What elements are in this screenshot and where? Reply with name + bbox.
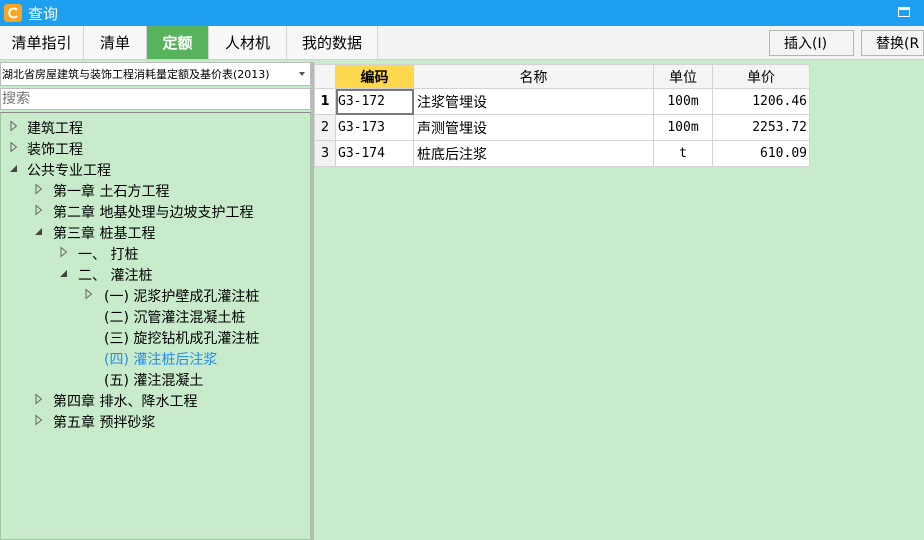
- cell-name[interactable]: 注浆管埋设: [413, 88, 654, 115]
- row-number: 3: [314, 140, 336, 167]
- window-title: 查询: [28, 4, 59, 23]
- tree-node[interactable]: 第五章 预拌砂浆: [1, 411, 310, 432]
- column-header-price[interactable]: 单价: [712, 64, 810, 89]
- cell-price[interactable]: 2253.72: [712, 114, 810, 141]
- cell-price[interactable]: 1206.46: [712, 88, 810, 115]
- tree-node[interactable]: 第三章 桩基工程: [1, 222, 310, 243]
- tree-node[interactable]: 公共专业工程: [1, 159, 310, 180]
- insert-button[interactable]: 插入(I): [769, 30, 854, 56]
- expand-arrow-icon[interactable]: [9, 120, 19, 132]
- tree-node-label: 一、 打桩: [78, 246, 139, 263]
- cell-unit[interactable]: 100m: [653, 114, 713, 141]
- tree-node-label: 第三章 桩基工程: [53, 225, 156, 242]
- title-bar: 查询: [0, 0, 924, 26]
- expand-arrow-icon[interactable]: [34, 204, 44, 216]
- table-row[interactable]: 2 G3-173 声测管埋设 100m 2253.72: [314, 114, 810, 141]
- cell-name[interactable]: 桩底后注浆: [413, 140, 654, 167]
- expand-arrow-icon[interactable]: [9, 141, 19, 153]
- row-number-header: [314, 64, 336, 89]
- collapse-arrow-icon[interactable]: [59, 267, 69, 279]
- tree-node-label: 装饰工程: [27, 141, 83, 158]
- tree-node[interactable]: 建筑工程: [1, 117, 310, 138]
- tree-node-label: (二) 沉管灌注混凝土桩: [104, 309, 246, 326]
- restore-window-button[interactable]: [898, 7, 910, 17]
- tree-node-label: 第一章 土石方工程: [53, 183, 170, 200]
- cell-price[interactable]: 610.09: [712, 140, 810, 167]
- row-number: 2: [314, 114, 336, 141]
- column-header-code[interactable]: 编码: [335, 64, 414, 89]
- tab-bill-guide[interactable]: 清单指引: [0, 26, 84, 59]
- left-panel: 湖北省房屋建筑与装饰工程消耗量定额及基价表(2013) 建筑工程装饰工程公共专业…: [0, 62, 311, 540]
- collapse-arrow-icon[interactable]: [9, 162, 19, 174]
- tree-node-label: 建筑工程: [27, 120, 83, 137]
- column-header-name[interactable]: 名称: [413, 64, 654, 89]
- tab-bill[interactable]: 清单: [84, 26, 147, 59]
- expand-arrow-icon[interactable]: [59, 246, 69, 258]
- tree-node[interactable]: 第一章 土石方工程: [1, 180, 310, 201]
- tree-node-label: 第二章 地基处理与边坡支护工程: [53, 204, 254, 221]
- tree-node-label: 二、 灌注桩: [78, 267, 153, 284]
- cell-code[interactable]: G3-174: [335, 140, 414, 167]
- quota-library-value: 湖北省房屋建筑与装饰工程消耗量定额及基价表(2013): [2, 68, 270, 81]
- tree-node[interactable]: 第四章 排水、降水工程: [1, 390, 310, 411]
- cell-code[interactable]: G3-173: [335, 114, 414, 141]
- tree-node[interactable]: 装饰工程: [1, 138, 310, 159]
- tree-node-label: (三) 旋挖钻机成孔灌注桩: [104, 330, 260, 347]
- expand-arrow-icon[interactable]: [34, 393, 44, 405]
- tree-node[interactable]: 二、 灌注桩: [1, 264, 310, 285]
- tree-node-label: 第五章 预拌砂浆: [53, 414, 156, 431]
- cell-unit[interactable]: t: [653, 140, 713, 167]
- tab-materials[interactable]: 人材机: [209, 26, 287, 59]
- tree-node[interactable]: (三) 旋挖钻机成孔灌注桩: [1, 327, 310, 348]
- column-header-unit[interactable]: 单位: [653, 64, 713, 89]
- tree-node[interactable]: (二) 沉管灌注混凝土桩: [1, 306, 310, 327]
- row-number: 1: [314, 88, 336, 115]
- expand-arrow-icon[interactable]: [34, 183, 44, 195]
- tab-my-data[interactable]: 我的数据: [287, 26, 378, 59]
- cell-unit[interactable]: 100m: [653, 88, 713, 115]
- tree-node[interactable]: 一、 打桩: [1, 243, 310, 264]
- search-input[interactable]: [0, 88, 311, 110]
- app-logo-icon: [4, 4, 22, 22]
- tree-node-label: 公共专业工程: [27, 162, 111, 179]
- table-row[interactable]: 1 G3-172 注浆管埋设 100m 1206.46: [314, 88, 810, 115]
- quota-tree: 建筑工程装饰工程公共专业工程第一章 土石方工程第二章 地基处理与边坡支护工程 第三…: [0, 112, 311, 540]
- expand-arrow-icon[interactable]: [84, 288, 94, 300]
- table-row[interactable]: 3 G3-174 桩底后注浆 t 610.09: [314, 140, 810, 167]
- tree-node-label: (四) 灌注桩后注浆: [104, 351, 218, 368]
- tab-bar: 清单指引 清单 定额 人材机 我的数据 插入(I) 替换(R: [0, 26, 924, 60]
- quota-table: 编码 名称 单位 单价 1 G3-172 注浆管埋设 100m 1206.46 …: [314, 64, 810, 167]
- tree-node-label: (五) 灌注混凝土: [104, 372, 204, 389]
- tree-node[interactable]: (四) 灌注桩后注浆: [1, 348, 310, 369]
- expand-arrow-icon[interactable]: [34, 414, 44, 426]
- tree-node-label: 第四章 排水、降水工程: [53, 393, 198, 410]
- tab-quota[interactable]: 定额: [147, 26, 209, 59]
- table-header-row: 编码 名称 单位 单价: [314, 64, 810, 89]
- tree-node[interactable]: (一) 泥浆护壁成孔灌注桩: [1, 285, 310, 306]
- dropdown-arrow-icon[interactable]: [299, 72, 305, 76]
- tree-node[interactable]: (五) 灌注混凝土: [1, 369, 310, 390]
- quota-library-select[interactable]: 湖北省房屋建筑与装饰工程消耗量定额及基价表(2013): [0, 62, 311, 86]
- collapse-arrow-icon[interactable]: [34, 225, 44, 237]
- tree-node[interactable]: 第二章 地基处理与边坡支护工程: [1, 201, 310, 222]
- replace-button[interactable]: 替换(R: [861, 30, 924, 56]
- cell-code[interactable]: G3-172: [335, 88, 414, 115]
- tree-node-label: (一) 泥浆护壁成孔灌注桩: [104, 288, 260, 305]
- cell-name[interactable]: 声测管埋设: [413, 114, 654, 141]
